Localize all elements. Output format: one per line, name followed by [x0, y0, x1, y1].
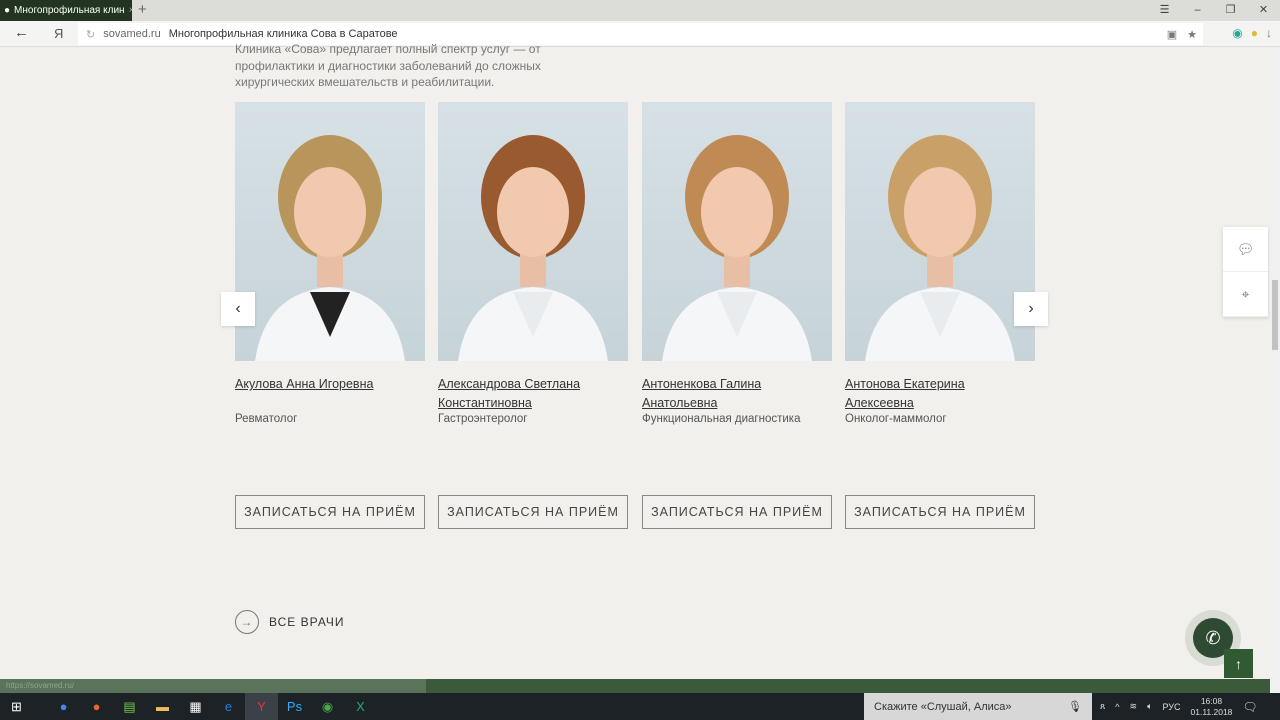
doctor-card: Антоненкова Галина Анатольевна Функциона…: [642, 102, 832, 529]
menu-icon[interactable]: ☰: [1148, 0, 1181, 21]
doctor-name-link[interactable]: Антонова Екатерина Алексеевна: [845, 375, 1035, 413]
windows-start-icon[interactable]: ⊞: [0, 693, 33, 720]
carousel-next-button[interactable]: ›: [1014, 292, 1048, 326]
edge-icon[interactable]: e: [212, 693, 245, 720]
address-bar-row: ← Я ↻ sovamed.ru Многопрофильная клиника…: [0, 21, 1280, 47]
minimize-button[interactable]: –: [1181, 0, 1214, 21]
doctor-portrait-icon: [255, 135, 405, 361]
carousel-prev-button[interactable]: ‹: [221, 292, 255, 326]
volume-icon[interactable]: 🔈︎: [1147, 701, 1152, 712]
scroll-top-button[interactable]: ↑: [1224, 649, 1253, 678]
side-widget: 💬︎ ⌖: [1223, 227, 1268, 317]
file-explorer-icon[interactable]: ▬: [146, 693, 179, 720]
doctor-name-link[interactable]: Александрова Светлана Константиновна: [438, 375, 628, 413]
doctor-card: Акулова Анна Игоревна Ревматолог ЗАПИСАТ…: [235, 102, 425, 529]
download-icon[interactable]: ↓: [1266, 26, 1272, 40]
new-tab-button[interactable]: +: [138, 1, 147, 18]
doctor-card: Антонова Екатерина Алексеевна Онколог-ма…: [845, 102, 1035, 529]
language-indicator[interactable]: РУС: [1162, 702, 1180, 712]
close-tab-icon[interactable]: ×: [129, 5, 132, 16]
yandex-button[interactable]: Я: [54, 26, 63, 41]
browser-tab-bar: ● Многопрофильная клин × + ☰ – ❐ ✕: [0, 0, 1280, 21]
browser-tab[interactable]: ● Многопрофильная клин ×: [0, 0, 132, 21]
firefox-icon[interactable]: ●: [80, 693, 113, 720]
excel-icon[interactable]: X: [344, 693, 377, 720]
store-icon[interactable]: ▦: [179, 693, 212, 720]
doctor-portrait-icon: [662, 135, 812, 361]
extension-icon[interactable]: ◉: [1232, 26, 1242, 40]
close-window-button[interactable]: ✕: [1247, 0, 1280, 21]
doctor-name-link[interactable]: Антоненкова Галина Анатольевна: [642, 375, 832, 413]
book-appointment-button[interactable]: ЗАПИСАТЬСЯ НА ПРИЁМ: [235, 495, 425, 529]
doctor-portrait-icon: [458, 135, 608, 361]
doctor-photo[interactable]: [438, 102, 628, 361]
people-icon[interactable]: ጸ: [1100, 701, 1105, 712]
map-pin-icon[interactable]: ⌖: [1223, 272, 1268, 317]
notifications-icon[interactable]: 🗨︎: [1242, 700, 1257, 714]
book-appointment-button[interactable]: ЗАПИСАТЬСЯ НА ПРИЁМ: [642, 495, 832, 529]
doctor-name-link[interactable]: Акулова Анна Игоревна: [235, 375, 425, 413]
tray-expand-icon[interactable]: ^: [1115, 702, 1119, 712]
bookmark-star-icon[interactable]: ★: [1187, 28, 1197, 41]
clock[interactable]: 16:08 01.11.2018: [1191, 696, 1233, 718]
doctor-card: Александрова Светлана Константиновна Гас…: [438, 102, 628, 529]
wifi-icon[interactable]: ≋: [1130, 701, 1138, 712]
status-url: https://sovamed.ru/: [0, 679, 426, 693]
site-favicon-icon: ●: [4, 5, 11, 16]
intro-text: Клиника «Сова» предлагает полный спектр …: [235, 42, 541, 89]
photoshop-icon[interactable]: Ps: [278, 693, 311, 720]
doctor-portrait-icon: [865, 135, 1015, 361]
back-button[interactable]: ←: [14, 24, 29, 41]
chrome-icon[interactable]: ◉: [311, 693, 344, 720]
taskbar: ⊞ ● ● ▤ ▬ ▦ e Y Ps ◉ X Скажите «Слушай, …: [0, 693, 1280, 720]
book-appointment-button[interactable]: ЗАПИСАТЬСЯ НА ПРИЁМ: [845, 495, 1035, 529]
restore-button[interactable]: ❐: [1214, 0, 1247, 21]
chat-icon[interactable]: 💬︎: [1223, 227, 1268, 272]
firefox-dev-icon[interactable]: ●: [47, 693, 80, 720]
doctor-photo[interactable]: [845, 102, 1035, 361]
arrow-right-icon: →: [235, 610, 259, 634]
book-appointment-button[interactable]: ЗАПИСАТЬСЯ НА ПРИЁМ: [438, 495, 628, 529]
notepad-icon[interactable]: ▤: [113, 693, 146, 720]
reload-icon[interactable]: ↻: [86, 28, 95, 41]
doctor-specialty: Функциональная диагностика: [642, 413, 801, 425]
alice-search-input[interactable]: Скажите «Слушай, Алиса» 🎙︎: [864, 693, 1092, 720]
all-doctors-link[interactable]: → ВСЕ ВРАЧИ: [235, 610, 345, 634]
doctor-specialty: Гастроэнтеролог: [438, 413, 528, 425]
yandex-browser-icon[interactable]: Y: [245, 693, 278, 720]
doctor-specialty: Ревматолог: [235, 413, 298, 425]
scrollbar[interactable]: [1270, 47, 1280, 693]
doctor-photo[interactable]: [642, 102, 832, 361]
reader-icon[interactable]: ▣: [1167, 28, 1177, 41]
lightbulb-icon[interactable]: ●: [1251, 26, 1258, 40]
microphone-icon[interactable]: 🎙︎: [1068, 700, 1082, 713]
doctor-photo[interactable]: [235, 102, 425, 361]
doctor-specialty: Онколог-маммолог: [845, 413, 947, 425]
